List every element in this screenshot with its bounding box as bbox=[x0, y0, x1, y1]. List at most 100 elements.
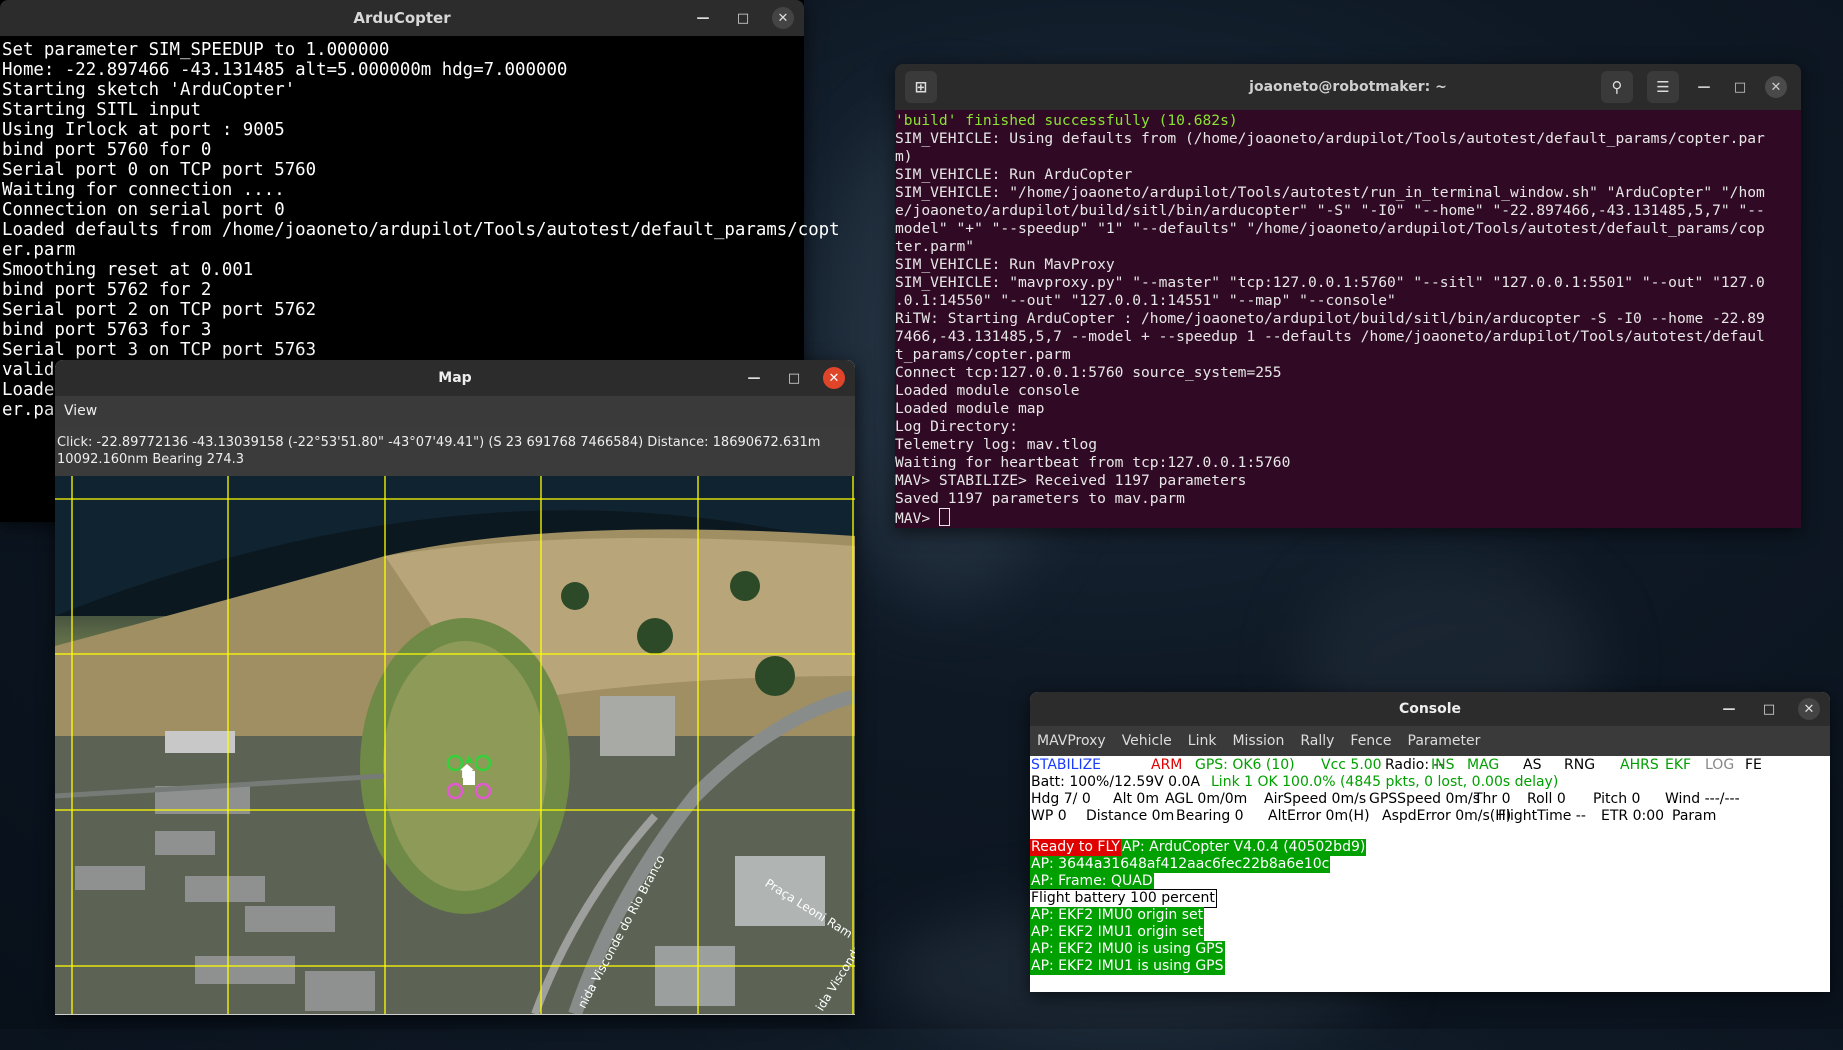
message-text: AP: ArduCopter V4.0.4 (40502bd9) bbox=[1120, 839, 1367, 856]
new-tab-icon[interactable]: ⊞ bbox=[905, 71, 937, 103]
menu-view[interactable]: View bbox=[64, 403, 97, 419]
console-message: AP: EKF2 IMU1 is using GPS bbox=[1030, 958, 1830, 975]
status-item: AirSpeed 0m/s bbox=[1264, 791, 1367, 807]
menu-link[interactable]: Link bbox=[1188, 726, 1217, 756]
status-item: Radio: -- bbox=[1385, 757, 1444, 773]
status-item: Param bbox=[1672, 808, 1717, 824]
close-icon[interactable]: ✕ bbox=[1765, 76, 1787, 98]
menu-fence[interactable]: Fence bbox=[1350, 726, 1391, 756]
status-item: Distance 0m bbox=[1086, 808, 1175, 824]
status-item: WP 0 bbox=[1031, 808, 1067, 824]
status-row-1: STABILIZE ARM GPS: OK6 (10) Vcc 5.00 Radio: … bbox=[1031, 757, 1830, 774]
close-icon[interactable]: ✕ bbox=[772, 7, 794, 29]
status-row-4: WP 0 Distance 0m Bearing 0 AltError 0m(H) As… bbox=[1031, 808, 1830, 825]
ready-to-fly-badge: Ready to FLY bbox=[1030, 839, 1121, 856]
cursor bbox=[938, 508, 950, 526]
status-item: Thr 0 bbox=[1474, 791, 1511, 807]
console-message: AP: 3644a31648af412aac6fec22b8a6e10c bbox=[1030, 856, 1830, 873]
map-canvas[interactable]: Praça Leoni Ram nida Visconde do Rio Bra… bbox=[55, 476, 855, 1014]
minimize-icon[interactable]: — bbox=[1718, 698, 1740, 720]
terminal-window[interactable]: ⊞ joaoneto@robotmaker: ~ ⚲ ☰ — □ ✕ 'buil… bbox=[895, 64, 1801, 528]
maximize-icon[interactable]: □ bbox=[783, 367, 805, 389]
close-icon[interactable]: ✕ bbox=[823, 367, 845, 389]
status-item: MAG bbox=[1467, 757, 1500, 773]
console-message: AP: EKF2 IMU0 origin set bbox=[1030, 907, 1830, 924]
status-item: Pitch 0 bbox=[1593, 791, 1641, 807]
window-title: joaoneto@robotmaker: ~ bbox=[1249, 79, 1447, 95]
status-item: AltError 0m(H) bbox=[1268, 808, 1370, 824]
status-item: RNG bbox=[1564, 757, 1596, 773]
status-item: AHRS bbox=[1620, 757, 1659, 773]
status-item: Hdg 7/ 0 bbox=[1031, 791, 1091, 807]
status-item: ARM bbox=[1151, 757, 1183, 773]
maximize-icon[interactable]: □ bbox=[732, 7, 754, 29]
console-message: Flight battery 100 percent bbox=[1030, 889, 1830, 908]
window-title: Console bbox=[1398, 701, 1462, 717]
console-menubar: MAVProxy Vehicle Link Mission Rally Fence Para… bbox=[1030, 726, 1830, 756]
message-text: Flight battery 100 percent bbox=[1030, 889, 1217, 908]
status-item: GPS: OK6 (10) bbox=[1195, 757, 1295, 773]
message-text: AP: EKF2 IMU1 origin set bbox=[1030, 924, 1205, 941]
map-status-line1: Click: -22.89772136 -43.13039158 (-22°53… bbox=[57, 435, 821, 450]
message-text: AP: EKF2 IMU0 origin set bbox=[1030, 907, 1205, 924]
status-item: FlightTime -- bbox=[1498, 808, 1586, 824]
console-status: STABILIZE ARM GPS: OK6 (10) Vcc 5.00 Radio: … bbox=[1030, 756, 1830, 827]
console-message: AP: EKF2 IMU1 origin set bbox=[1030, 924, 1830, 941]
status-item: STABILIZE bbox=[1031, 757, 1102, 773]
window-title: ArduCopter bbox=[353, 9, 451, 27]
console-message: AP: EKF2 IMU0 is using GPS bbox=[1030, 941, 1830, 958]
map-titlebar[interactable]: Map — □ ✕ bbox=[55, 360, 855, 396]
window-title: Map bbox=[438, 370, 472, 386]
map-status-line2: 10092.160nm Bearing 274.3 bbox=[57, 452, 245, 467]
status-item: GPSSpeed 0m/s bbox=[1369, 791, 1481, 807]
map-status: Click: -22.89772136 -43.13039158 (-22°53… bbox=[55, 426, 855, 476]
status-item: Alt 0m bbox=[1113, 791, 1159, 807]
status-item: LOG bbox=[1705, 757, 1735, 773]
status-row-2: Batt: 100%/12.59V 0.0A Link 1 OK 100.0% (… bbox=[1031, 774, 1830, 791]
status-item: AGL 0m/0m bbox=[1165, 791, 1248, 807]
menu-mavproxy[interactable]: MAVProxy bbox=[1037, 726, 1106, 756]
message-text: AP: EKF2 IMU0 is using GPS bbox=[1030, 941, 1225, 958]
arducopter-titlebar[interactable]: ArduCopter — □ ✕ bbox=[0, 0, 804, 36]
terminal-output[interactable]: 'build' finished successfully (10.682s) … bbox=[895, 110, 1801, 528]
minimize-icon[interactable]: — bbox=[1693, 76, 1715, 98]
search-icon[interactable]: ⚲ bbox=[1601, 71, 1633, 103]
menu-parameter[interactable]: Parameter bbox=[1408, 726, 1481, 756]
status-item: Batt: 100%/12.59V 0.0A bbox=[1031, 774, 1201, 790]
map-menubar: View bbox=[55, 396, 855, 426]
minimize-icon[interactable]: — bbox=[743, 367, 765, 389]
console-titlebar[interactable]: Console — □ ✕ bbox=[1030, 692, 1830, 726]
hamburger-menu-icon[interactable]: ☰ bbox=[1647, 71, 1679, 103]
console-window[interactable]: Console — □ ✕ MAVProxy Vehicle Link Mission… bbox=[1030, 692, 1830, 992]
terminal-titlebar[interactable]: ⊞ joaoneto@robotmaker: ~ ⚲ ☰ — □ ✕ bbox=[895, 64, 1801, 110]
menu-rally[interactable]: Rally bbox=[1300, 726, 1334, 756]
build-success-line: 'build' finished successfully (10.682s) bbox=[895, 112, 1238, 129]
terminal-text: SIM_VEHICLE: Using defaults from (/home/… bbox=[895, 130, 1765, 527]
maximize-icon[interactable]: □ bbox=[1729, 76, 1751, 98]
status-item: ETR 0:00 bbox=[1601, 808, 1665, 824]
message-text: AP: 3644a31648af412aac6fec22b8a6e10c bbox=[1030, 856, 1331, 873]
status-item: Roll 0 bbox=[1527, 791, 1566, 807]
console-message: AP: Frame: QUAD bbox=[1030, 873, 1830, 890]
status-row-3: Hdg 7/ 0 Alt 0m AGL 0m/0m AirSpeed 0m/s GPSS… bbox=[1031, 791, 1830, 808]
menu-mission[interactable]: Mission bbox=[1232, 726, 1284, 756]
status-item: Vcc 5.00 bbox=[1321, 757, 1382, 773]
close-icon[interactable]: ✕ bbox=[1798, 698, 1820, 720]
status-item: Bearing 0 bbox=[1176, 808, 1244, 824]
status-item: FE bbox=[1745, 757, 1762, 773]
message-text: AP: EKF2 IMU1 is using GPS bbox=[1030, 958, 1225, 975]
minimize-icon[interactable]: — bbox=[692, 7, 714, 29]
status-item: AspdError 0m/s(H) bbox=[1382, 808, 1512, 824]
console-messages: Ready to FLY AP: ArduCopter V4.0.4 (40502… bbox=[1030, 827, 1830, 992]
status-item: EKF bbox=[1665, 757, 1692, 773]
status-item: Wind ---/--- bbox=[1665, 791, 1740, 807]
console-message: Ready to FLY AP: ArduCopter V4.0.4 (40502… bbox=[1030, 839, 1830, 856]
status-item: INS bbox=[1431, 757, 1455, 773]
maximize-icon[interactable]: □ bbox=[1758, 698, 1780, 720]
status-item: AS bbox=[1523, 757, 1542, 773]
message-text: AP: Frame: QUAD bbox=[1030, 873, 1154, 890]
menu-vehicle[interactable]: Vehicle bbox=[1122, 726, 1172, 756]
satellite-imagery bbox=[55, 476, 855, 1014]
map-window[interactable]: Map — □ ✕ View Click: -22.89772136 -43.1… bbox=[55, 360, 855, 1015]
status-item: Link 1 OK 100.0% (4845 pkts, 0 lost, 0.0… bbox=[1211, 774, 1559, 790]
